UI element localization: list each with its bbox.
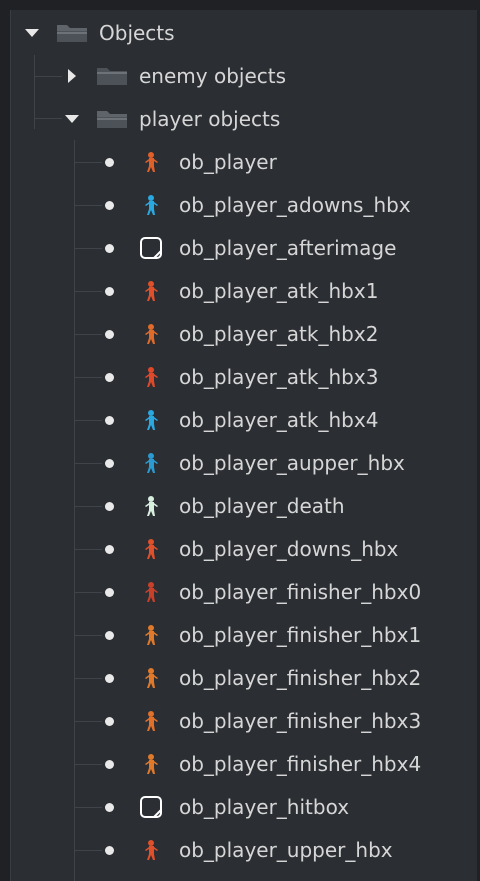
player-sprite-icon xyxy=(138,147,164,177)
tree-item-label: ob_player_upper_hbx xyxy=(179,838,393,862)
chevron-down-icon[interactable] xyxy=(63,110,81,128)
folder-open-icon xyxy=(95,108,129,130)
tree-item-ob-player-hitbox[interactable]: ob_player_hitbox xyxy=(11,786,477,828)
tree-guide-line xyxy=(74,377,102,378)
tree-guide-line xyxy=(74,162,102,163)
folder-open-icon xyxy=(55,22,89,44)
tree-guide-line xyxy=(74,334,102,335)
tree-item-label: ob_player_finisher_hbx3 xyxy=(179,709,422,733)
tree-item-ob-player-finisher-hbx1[interactable]: ob_player_finisher_hbx1 xyxy=(11,614,477,656)
tree-item-ob-player-afterimage[interactable]: ob_player_afterimage xyxy=(11,227,477,269)
tree-item-label: ob_player_downs_hbx xyxy=(179,537,399,561)
bullet-icon xyxy=(105,717,114,726)
tree-item-label: ob_player_afterimage xyxy=(179,236,397,260)
bullet-icon xyxy=(105,330,114,339)
tree-folder-label: player objects xyxy=(139,107,281,131)
tree-item-label: ob_player_atk_hbx4 xyxy=(179,408,379,432)
tree-item-label: ob_player_finisher_hbx0 xyxy=(179,580,422,604)
tree-item-ob-player[interactable]: ob_player xyxy=(11,141,477,183)
tree-item-ob-player-adowns-hbx[interactable]: ob_player_adowns_hbx xyxy=(11,184,477,226)
tree-item-ob-player-upper-hbx[interactable]: ob_player_upper_hbx xyxy=(11,829,477,871)
chevron-right-icon[interactable] xyxy=(63,67,81,85)
bullet-icon xyxy=(105,803,114,812)
tree-item-ob-player-atk-hbx4[interactable]: ob_player_atk_hbx4 xyxy=(11,399,477,441)
tree-row-objects[interactable]: Objects xyxy=(11,12,477,54)
player-sprite-icon xyxy=(138,620,164,650)
bullet-icon xyxy=(105,545,114,554)
asset-tree-panel: Objects enemy objects player objects ob_… xyxy=(10,10,477,881)
tree-item-label: ob_player_finisher_hbx2 xyxy=(179,666,422,690)
tree-item-ob-player-death[interactable]: ob_player_death xyxy=(11,485,477,527)
player-sprite-icon xyxy=(138,749,164,779)
bullet-icon xyxy=(105,588,114,597)
empty-sprite-icon xyxy=(138,233,164,263)
tree-item-label: ob_player_atk_hbx3 xyxy=(179,365,379,389)
tree-guide-line xyxy=(74,420,102,421)
player-sprite-icon xyxy=(138,448,164,478)
bullet-icon xyxy=(105,373,114,382)
tree-row-player-objects[interactable]: player objects xyxy=(11,98,477,140)
bullet-icon xyxy=(105,502,114,511)
player-sprite-icon xyxy=(138,190,164,220)
tree-guide-line xyxy=(74,850,102,851)
player-sprite-icon xyxy=(138,534,164,564)
tree-guide-line xyxy=(74,549,102,550)
player-sprite-icon xyxy=(138,276,164,306)
player-sprite-icon xyxy=(138,405,164,435)
tree-item-label: ob_player_death xyxy=(179,494,345,518)
chevron-down-icon[interactable] xyxy=(23,24,41,42)
player-sprite-icon xyxy=(138,835,164,865)
tree-item-ob-player-finisher-hbx3[interactable]: ob_player_finisher_hbx3 xyxy=(11,700,477,742)
tree-guide-line xyxy=(74,807,102,808)
tree-item-ob-player-atk-hbx3[interactable]: ob_player_atk_hbx3 xyxy=(11,356,477,398)
bullet-icon xyxy=(105,631,114,640)
tree-guide-line xyxy=(74,764,102,765)
tree-item-label: ob_player xyxy=(179,150,277,174)
tree-item-ob-player-aupper-hbx[interactable]: ob_player_aupper_hbx xyxy=(11,442,477,484)
player-sprite-icon xyxy=(138,663,164,693)
player-sprite-icon xyxy=(138,491,164,521)
tree-guide-line xyxy=(74,635,102,636)
bullet-icon xyxy=(105,201,114,210)
tree-item-ob-player-atk-hbx1[interactable]: ob_player_atk_hbx1 xyxy=(11,270,477,312)
tree-item-ob-player-atk-hbx2[interactable]: ob_player_atk_hbx2 xyxy=(11,313,477,355)
tree-guide-line xyxy=(74,291,102,292)
bullet-icon xyxy=(105,846,114,855)
tree-folder-label: enemy objects xyxy=(139,64,287,88)
tree-item-label: ob_player_aupper_hbx xyxy=(179,451,405,475)
tree-item-ob-player-finisher-hbx2[interactable]: ob_player_finisher_hbx2 xyxy=(11,657,477,699)
bullet-icon xyxy=(105,459,114,468)
bullet-icon xyxy=(105,244,114,253)
tree-guide-line xyxy=(74,721,102,722)
player-sprite-icon xyxy=(138,362,164,392)
tree-item-label: ob_player_atk_hbx1 xyxy=(179,279,379,303)
player-sprite-icon xyxy=(138,706,164,736)
tree-item-label: ob_player_finisher_hbx4 xyxy=(179,752,422,776)
tree-guide-line xyxy=(74,205,102,206)
tree-item-label: ob_player_adowns_hbx xyxy=(179,193,411,217)
tree-item-ob-player-finisher-hbx0[interactable]: ob_player_finisher_hbx0 xyxy=(11,571,477,613)
tree-guide-line xyxy=(74,592,102,593)
folder-closed-icon xyxy=(95,65,129,87)
tree-item-ob-player-downs-hbx[interactable]: ob_player_downs_hbx xyxy=(11,528,477,570)
tree-item-ob-player-finisher-hbx4[interactable]: ob_player_finisher_hbx4 xyxy=(11,743,477,785)
tree-item-label: ob_player_finisher_hbx1 xyxy=(179,623,422,647)
tree-guide-line xyxy=(74,506,102,507)
player-sprite-icon xyxy=(138,577,164,607)
tree-guide-line xyxy=(74,248,102,249)
empty-sprite-icon xyxy=(138,792,164,822)
tree-item-label: ob_player_atk_hbx2 xyxy=(179,322,379,346)
bullet-icon xyxy=(105,158,114,167)
bullet-icon xyxy=(105,674,114,683)
tree-guide-line xyxy=(74,463,102,464)
bullet-icon xyxy=(105,760,114,769)
bullet-icon xyxy=(105,416,114,425)
tree-row-enemy-objects[interactable]: enemy objects xyxy=(11,55,477,97)
tree-guide-line xyxy=(74,678,102,679)
player-sprite-icon xyxy=(138,319,164,349)
tree-folder-label: Objects xyxy=(99,21,175,45)
tree-item-label: ob_player_hitbox xyxy=(179,795,350,819)
bullet-icon xyxy=(105,287,114,296)
